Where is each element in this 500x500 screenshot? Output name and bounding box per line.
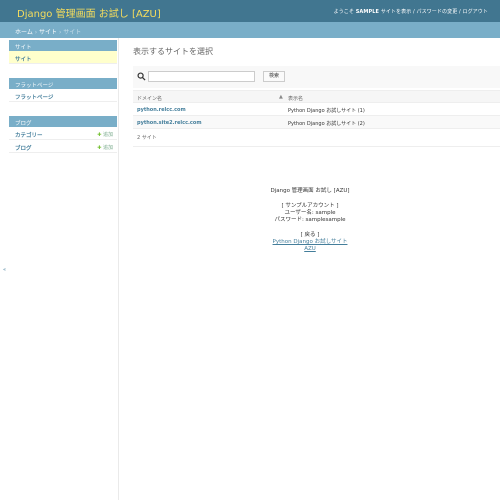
breadcrumb-current: サイト — [63, 29, 82, 36]
add-category-link[interactable]: ✚ 追加 — [97, 131, 113, 138]
column-header-domain[interactable]: ドメイン名 — [137, 95, 162, 102]
add-label: 追加 — [102, 132, 113, 138]
sidebar-item-label[interactable]: カテゴリー — [15, 133, 43, 139]
sidebar-item-label[interactable]: サイト — [15, 57, 32, 63]
username: SAMPLE — [355, 9, 380, 15]
display-name-cell: Python Django お試しサイト (2) — [288, 121, 365, 127]
view-site-link[interactable]: サイトを表示 — [381, 9, 412, 15]
back-link-azu[interactable]: AZU — [200, 246, 420, 253]
table-row: python.site2.relcc.com Python Django お試し… — [133, 116, 500, 129]
table-header: ドメイン名 ▲ 表示名 — [133, 90, 500, 103]
module-flatpages: フラットページ フラットページ — [9, 78, 117, 102]
account-heading: [ サンプルアカウント ] — [281, 203, 339, 209]
module-sites: サイト サイト — [9, 40, 117, 64]
logout-link[interactable]: ログアウト — [462, 9, 488, 15]
site-name[interactable]: Django 管理画面 お試し [AZU] — [17, 5, 161, 20]
domain-link[interactable]: python.site2.relcc.com — [137, 120, 202, 126]
domain-link[interactable]: python.relcc.com — [137, 107, 186, 113]
change-password-link[interactable]: パスワードの変更 — [417, 9, 458, 15]
sort-arrow-icon[interactable]: ▲ — [279, 94, 283, 100]
sidebar-item-blog[interactable]: ブログ ✚ 追加 — [9, 140, 117, 153]
plus-icon: ✚ — [97, 145, 102, 151]
plus-icon: ✚ — [97, 132, 102, 138]
display-name-cell: Python Django お試しサイト (1) — [288, 108, 365, 114]
module-caption[interactable]: ブログ — [9, 116, 117, 127]
search-input[interactable] — [148, 71, 255, 82]
breadcrumb-app[interactable]: サイト — [39, 29, 57, 36]
result-table: ドメイン名 ▲ 表示名 python.relcc.com Python Djan… — [133, 90, 500, 129]
search-toolbar: 検索 — [133, 66, 500, 88]
search-button[interactable]: 検索 — [263, 71, 285, 82]
welcome-text: ようこそ — [333, 9, 354, 15]
footer-title: Django 管理画面 お試し [AZU] — [270, 188, 350, 194]
sidebar-item-flatpages[interactable]: フラットページ — [9, 89, 117, 102]
footer: Django 管理画面 お試し [AZU] [ サンプルアカウント ] ユーザー… — [200, 188, 420, 253]
sample-username: ユーザー名: sample — [284, 210, 336, 216]
sidebar-item-category[interactable]: カテゴリー ✚ 追加 — [9, 127, 117, 140]
paginator: 2 サイト — [137, 135, 157, 141]
back-link-site[interactable]: Python Django お試しサイト — [200, 239, 420, 246]
breadcrumb-home[interactable]: ホーム — [15, 29, 33, 36]
page-title: 表示するサイトを選択 — [133, 47, 213, 56]
column-header-display-name[interactable]: 表示名 — [288, 95, 303, 102]
user-tools: ようこそ SAMPLE サイトを表示 / パスワードの変更 / ログアウト — [334, 8, 488, 15]
module-caption[interactable]: フラットページ — [9, 78, 117, 89]
search-icon — [137, 72, 146, 81]
module-blog: ブログ カテゴリー ✚ 追加 ブログ ✚ 追加 — [9, 116, 117, 153]
header-bar: Django 管理画面 お試し [AZU] ようこそ SAMPLE サイトを表示… — [0, 0, 500, 22]
sidebar-item-label[interactable]: フラットページ — [15, 95, 53, 101]
add-blog-link[interactable]: ✚ 追加 — [97, 144, 113, 151]
back-heading: [ 戻る ] — [300, 232, 320, 238]
nav-sidebar: サイト サイト フラットページ フラットページ ブログ カテゴリー ✚ 追加 ブ… — [9, 38, 119, 500]
sidebar-item-label[interactable]: ブログ — [15, 146, 32, 152]
add-label: 追加 — [102, 145, 113, 151]
toggle-sidebar-button[interactable]: « — [3, 267, 6, 273]
sidebar-item-sites[interactable]: サイト — [9, 51, 117, 64]
table-row: python.relcc.com Python Django お試しサイト (1… — [133, 103, 500, 116]
sample-password: パスワード: samplesample — [274, 217, 346, 223]
divider — [133, 146, 500, 147]
breadcrumb: ホーム › サイト › サイト — [0, 22, 500, 38]
module-caption[interactable]: サイト — [9, 40, 117, 51]
